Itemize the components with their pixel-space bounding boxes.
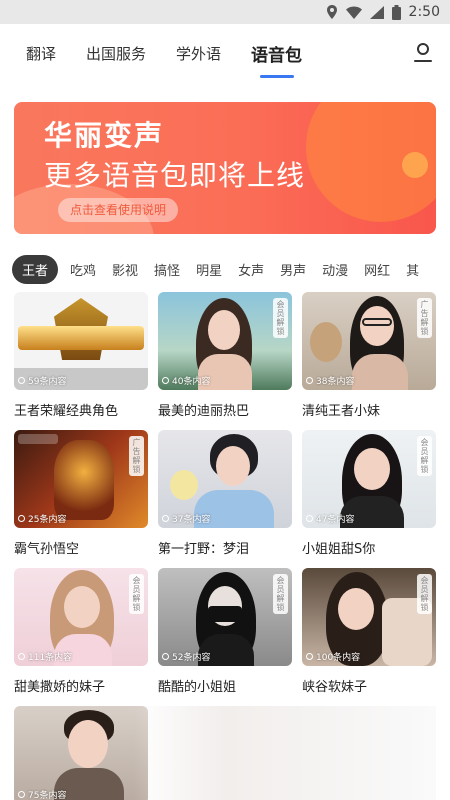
card-thumbnail: 37条内容 xyxy=(158,430,292,528)
card-title: 小姐姐甜S你 xyxy=(302,542,376,557)
category-stars[interactable]: 明星 xyxy=(196,260,222,279)
card-title: 峡谷软妹子 xyxy=(302,680,368,695)
wifi-icon xyxy=(345,6,362,19)
voice-pack-card[interactable]: 会员解锁 111条内容 甜美撒娇的妹子 xyxy=(14,568,148,695)
battery-icon xyxy=(391,4,401,20)
voice-pack-card[interactable]: 广告解锁 25条内容 霸气孙悟空 xyxy=(14,430,148,557)
card-thumbnail: 广告解锁 38条内容 xyxy=(302,292,436,390)
card-title: 第一打野：梦泪 xyxy=(158,542,250,557)
signal-icon xyxy=(369,5,384,19)
voice-pack-card[interactable]: 会员解锁 47条内容 小姐姐甜S你 xyxy=(302,430,436,557)
voice-pack-card[interactable]: 会员解锁 100条内容 峡谷软妹子 xyxy=(302,568,436,695)
card-thumbnail: 会员解锁 111条内容 xyxy=(14,568,148,666)
card-title: 王者荣耀经典角色 xyxy=(14,404,119,419)
status-time: 2:50 xyxy=(408,4,440,20)
ad-unlock-badge: 广告解锁 xyxy=(129,436,144,476)
category-chiji[interactable]: 吃鸡 xyxy=(70,260,96,279)
card-thumbnail: 广告解锁 25条内容 xyxy=(14,430,148,528)
category-wangzhe[interactable]: 王者 xyxy=(12,254,59,284)
voice-pack-card[interactable]: 37条内容 第一打野：梦泪 xyxy=(158,430,292,557)
voice-pack-card[interactable]: 59条内容 王者荣耀经典角色 xyxy=(14,292,148,419)
card-title: 最美的迪丽热巴 xyxy=(158,404,250,419)
tab-translate[interactable]: 翻译 xyxy=(26,24,56,82)
card-thumbnail: 59条内容 xyxy=(14,292,148,390)
vip-unlock-badge: 会员解锁 xyxy=(417,574,432,614)
card-title: 霸气孙悟空 xyxy=(14,542,80,557)
category-influencer[interactable]: 网红 xyxy=(364,260,390,279)
status-bar: 2:50 xyxy=(0,0,450,24)
tab-overseas-service[interactable]: 出国服务 xyxy=(86,24,146,82)
banner-subtitle: 更多语音包即将上线 xyxy=(44,159,306,192)
card-count: 52条内容 xyxy=(162,650,210,663)
card-count: 59条内容 xyxy=(18,374,66,387)
category-anime[interactable]: 动漫 xyxy=(322,260,348,279)
card-count: 47条内容 xyxy=(306,512,354,525)
game-logo xyxy=(18,326,144,350)
vip-unlock-badge: 会员解锁 xyxy=(129,574,144,614)
vip-unlock-badge: 会员解锁 xyxy=(273,298,288,338)
category-movies[interactable]: 影视 xyxy=(112,260,138,279)
card-count: 75条内容 xyxy=(18,788,66,800)
card-title: 酷酷的小姐姐 xyxy=(158,680,237,695)
category-other[interactable]: 其 xyxy=(406,260,419,279)
card-count: 37条内容 xyxy=(162,512,210,525)
voice-pack-card[interactable]: 会员解锁 40条内容 最美的迪丽热巴 xyxy=(158,292,292,419)
tab-voice-pack[interactable]: 语音包 xyxy=(251,24,302,82)
ad-unlock-badge: 广告解锁 xyxy=(417,298,432,338)
card-thumbnail: 75条内容 xyxy=(14,706,148,800)
voice-pack-card[interactable]: 会员解锁 52条内容 酷酷的小姐姐 xyxy=(158,568,292,695)
top-nav: 翻译 出国服务 学外语 语音包 xyxy=(0,24,450,82)
card-count: 100条内容 xyxy=(306,650,360,663)
voice-pack-card[interactable]: 75条内容 xyxy=(14,706,148,800)
card-count: 38条内容 xyxy=(306,374,354,387)
card-title: 甜美撒娇的妹子 xyxy=(14,680,106,695)
card-title: 清纯王者小妹 xyxy=(302,404,381,419)
tab-learn-language[interactable]: 学外语 xyxy=(176,24,221,82)
category-tabs: 王者 吃鸡 影视 搞怪 明星 女声 男声 动漫 网红 其 xyxy=(12,254,450,284)
card-thumbnail: 会员解锁 52条内容 xyxy=(158,568,292,666)
card-count: 111条内容 xyxy=(18,650,72,663)
location-icon xyxy=(326,5,337,19)
banner-instructions-button[interactable]: 点击查看使用说明 xyxy=(58,198,179,222)
card-thumbnail: 会员解锁 40条内容 xyxy=(158,292,292,390)
category-male-voice[interactable]: 男声 xyxy=(280,260,306,279)
vip-unlock-badge: 会员解锁 xyxy=(417,436,432,476)
category-funny[interactable]: 搞怪 xyxy=(154,260,180,279)
voice-pack-card[interactable]: 广告解锁 38条内容 清纯王者小妹 xyxy=(302,292,436,419)
card-thumbnail: 会员解锁 47条内容 xyxy=(302,430,436,528)
user-icon[interactable] xyxy=(412,42,434,64)
banner-title: 华丽变声 xyxy=(44,119,165,152)
category-female-voice[interactable]: 女声 xyxy=(238,260,264,279)
card-thumbnail: 会员解锁 100条内容 xyxy=(302,568,436,666)
card-count: 25条内容 xyxy=(18,512,66,525)
promo-banner[interactable]: 华丽变声 更多语音包即将上线 点击查看使用说明 xyxy=(14,102,436,234)
vip-unlock-badge: 会员解锁 xyxy=(273,574,288,614)
card-count: 40条内容 xyxy=(162,374,210,387)
